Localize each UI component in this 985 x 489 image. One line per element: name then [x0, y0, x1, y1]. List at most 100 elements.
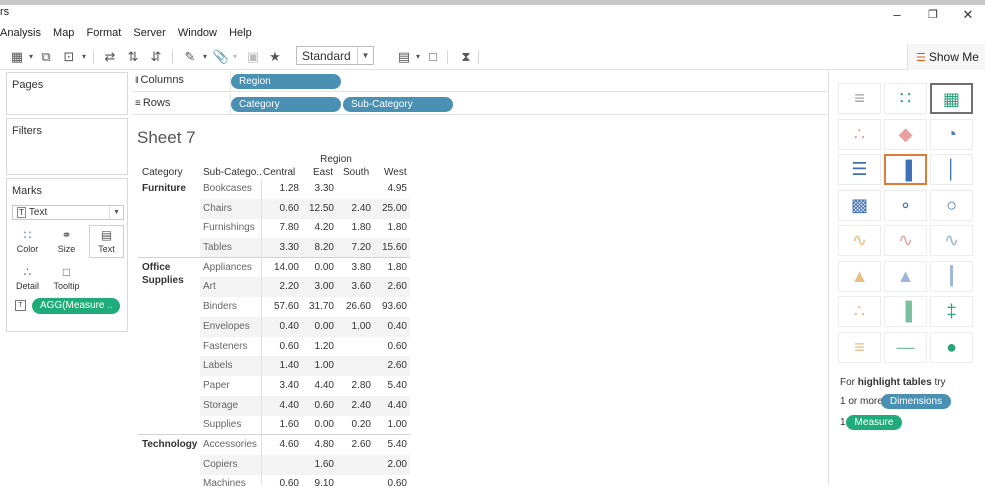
- show-me-option[interactable]: ∿: [884, 225, 927, 256]
- show-me-option[interactable]: ∷: [884, 83, 927, 114]
- value-cell[interactable]: 3.30: [263, 242, 299, 253]
- sub-category-pill[interactable]: Sub-Category: [343, 97, 453, 112]
- show-me-option[interactable]: ▐: [884, 296, 927, 327]
- show-me-option[interactable]: ○: [930, 189, 973, 221]
- show-me-option[interactable]: ▲: [838, 260, 881, 292]
- show-me-option[interactable]: ∴: [838, 296, 881, 327]
- close-button[interactable]: ✕: [948, 5, 985, 25]
- show-me-option[interactable]: ∿: [838, 225, 881, 256]
- show-mark-labels-icon[interactable]: ▣: [244, 48, 262, 66]
- value-cell[interactable]: 12.50: [298, 203, 334, 214]
- menu-format[interactable]: Format: [87, 24, 122, 42]
- columns-shelf[interactable]: ‖ Columns Region: [132, 71, 828, 92]
- value-cell[interactable]: 3.80: [335, 262, 371, 273]
- size-button[interactable]: ⚭ Size: [49, 225, 84, 258]
- value-cell[interactable]: 0.60: [371, 341, 407, 352]
- category-pill[interactable]: Category: [231, 97, 341, 112]
- value-cell[interactable]: 4.80: [298, 439, 334, 450]
- value-cell[interactable]: 14.00: [263, 262, 299, 273]
- value-cell[interactable]: 2.60: [371, 281, 407, 292]
- show-me-option[interactable]: ┃: [930, 260, 973, 292]
- text-button[interactable]: ▤ Text: [89, 225, 124, 258]
- value-cell[interactable]: 1.00: [335, 321, 371, 332]
- value-cell[interactable]: 0.60: [263, 341, 299, 352]
- filters-card[interactable]: Filters: [6, 118, 128, 175]
- show-me-option[interactable]: ∿: [930, 225, 973, 256]
- value-cell[interactable]: 4.20: [298, 222, 334, 233]
- show-me-option[interactable]: ≡: [838, 331, 881, 363]
- value-cell[interactable]: 1.80: [371, 262, 407, 273]
- color-button[interactable]: ∷ Color: [10, 225, 45, 258]
- value-cell[interactable]: 4.40: [371, 400, 407, 411]
- value-cell[interactable]: 26.60: [335, 301, 371, 312]
- value-cell[interactable]: 1.60: [263, 419, 299, 430]
- menu-window[interactable]: Window: [178, 24, 217, 42]
- sort-ascending-icon[interactable]: ⇅: [124, 48, 142, 66]
- value-cell[interactable]: 1.40: [263, 360, 299, 371]
- clear-sheet-dropdown-icon[interactable]: ▾: [75, 48, 93, 66]
- menu-server[interactable]: Server: [133, 24, 165, 42]
- show-me-option[interactable]: ◔: [930, 118, 973, 150]
- value-cell[interactable]: 2.60: [335, 439, 371, 450]
- rows-shelf[interactable]: ≡ Rows Category Sub-Category: [132, 94, 828, 115]
- fit-select[interactable]: Standard ▼: [296, 46, 374, 65]
- value-cell[interactable]: 0.60: [263, 203, 299, 214]
- show-me-option[interactable]: ▦: [930, 83, 973, 114]
- value-cell[interactable]: 0.00: [298, 321, 334, 332]
- minimize-button[interactable]: –: [877, 5, 917, 25]
- value-cell[interactable]: 7.80: [263, 222, 299, 233]
- value-cell[interactable]: 0.20: [335, 419, 371, 430]
- swap-rows-columns-icon[interactable]: ⇄: [101, 48, 119, 66]
- show-me-option[interactable]: ▩: [838, 189, 881, 221]
- value-cell[interactable]: 0.40: [263, 321, 299, 332]
- menu-map[interactable]: Map: [53, 24, 74, 42]
- value-cell[interactable]: 0.40: [371, 321, 407, 332]
- show-me-option[interactable]: ∘: [884, 189, 927, 221]
- menu-help[interactable]: Help: [229, 24, 252, 42]
- value-cell[interactable]: 2.00: [371, 459, 407, 470]
- value-cell[interactable]: 0.60: [371, 478, 407, 489]
- value-cell[interactable]: 2.40: [335, 203, 371, 214]
- value-cell[interactable]: 0.00: [298, 262, 334, 273]
- show-me-option[interactable]: ‡: [930, 296, 973, 327]
- show-me-button[interactable]: ☰ Show Me: [907, 44, 985, 70]
- value-cell[interactable]: 2.60: [371, 360, 407, 371]
- value-cell[interactable]: 4.40: [263, 400, 299, 411]
- value-cell[interactable]: 25.00: [371, 203, 407, 214]
- share-icon[interactable]: ⧗: [457, 48, 475, 66]
- value-cell[interactable]: 1.80: [371, 222, 407, 233]
- value-cell[interactable]: 1.00: [371, 419, 407, 430]
- show-me-option[interactable]: ∴: [838, 118, 881, 150]
- show-me-option[interactable]: ●: [930, 331, 973, 363]
- detail-button[interactable]: ∴ Detail: [10, 262, 45, 295]
- value-cell[interactable]: 5.40: [371, 380, 407, 391]
- sort-descending-icon[interactable]: ⇵: [147, 48, 165, 66]
- show-me-option[interactable]: ≡: [838, 83, 881, 114]
- value-cell[interactable]: 3.00: [298, 281, 334, 292]
- mark-type-select[interactable]: T Text ▼: [12, 205, 124, 220]
- value-cell[interactable]: 0.60: [263, 478, 299, 489]
- value-cell[interactable]: 3.40: [263, 380, 299, 391]
- region-pill[interactable]: Region: [231, 74, 341, 89]
- value-cell[interactable]: 2.80: [335, 380, 371, 391]
- measure-pill[interactable]: AGG(Measure ..: [32, 298, 120, 314]
- fix-axes-icon[interactable]: ★: [266, 48, 284, 66]
- group-dropdown-icon[interactable]: ▾: [226, 48, 244, 66]
- value-cell[interactable]: 57.60: [263, 301, 299, 312]
- value-cell[interactable]: 1.20: [298, 341, 334, 352]
- restore-button[interactable]: ❐: [913, 5, 953, 25]
- menu-analysis[interactable]: Analysis: [0, 24, 41, 42]
- value-cell[interactable]: 7.20: [335, 242, 371, 253]
- value-cell[interactable]: 1.00: [298, 360, 334, 371]
- show-me-option[interactable]: ☰: [838, 154, 881, 185]
- value-cell[interactable]: 5.40: [371, 439, 407, 450]
- value-cell[interactable]: 3.30: [298, 183, 334, 194]
- value-cell[interactable]: 3.60: [335, 281, 371, 292]
- show-me-option[interactable]: ◆: [884, 118, 927, 150]
- value-cell[interactable]: 15.60: [371, 242, 407, 253]
- presentation-mode-icon[interactable]: □: [424, 48, 442, 66]
- value-cell[interactable]: 8.20: [298, 242, 334, 253]
- pages-card[interactable]: Pages: [6, 72, 128, 115]
- value-cell[interactable]: 2.20: [263, 281, 299, 292]
- value-cell[interactable]: 93.60: [371, 301, 407, 312]
